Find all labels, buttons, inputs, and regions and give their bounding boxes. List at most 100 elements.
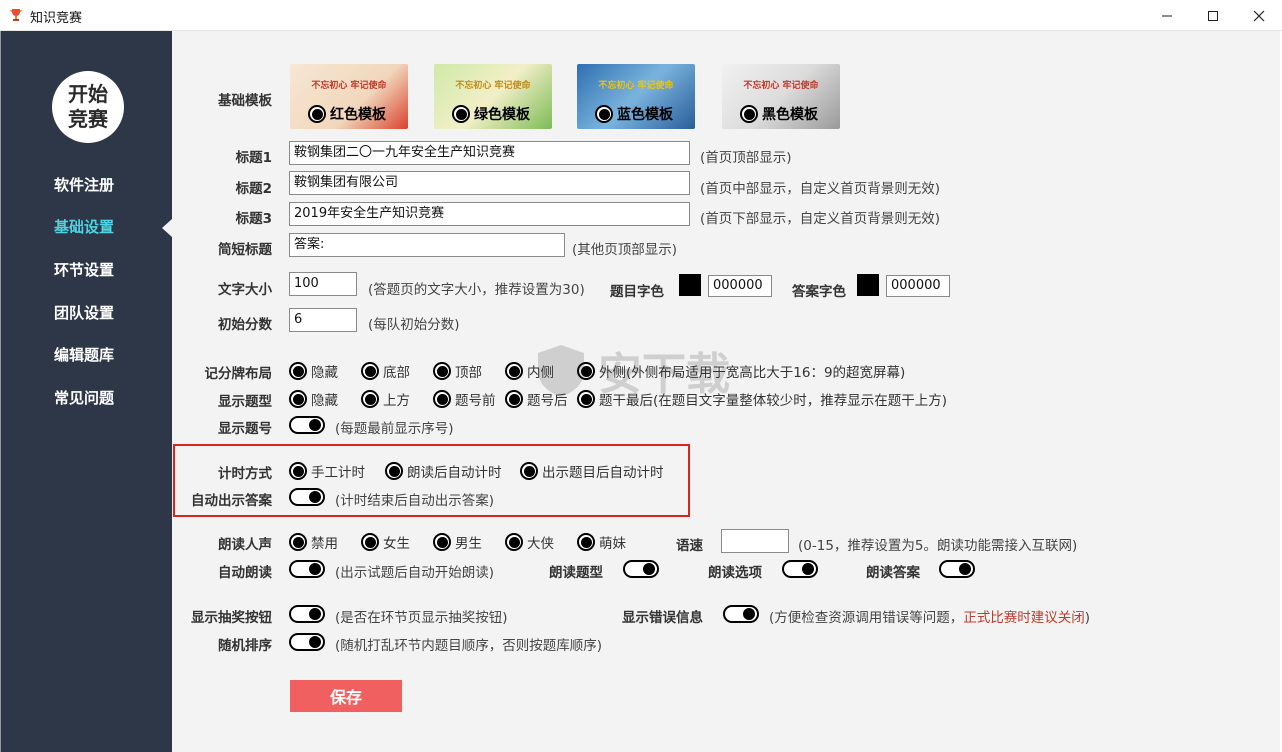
sidebar-item-team-settings[interactable]: 团队设置 — [1, 299, 173, 327]
voice-option-disabled[interactable]: 禁用 — [289, 532, 338, 552]
initial-score-label: 初始分数 — [218, 317, 272, 333]
question-color-swatch[interactable] — [679, 274, 701, 296]
minimize-icon — [1162, 15, 1172, 16]
qtype-option-above[interactable]: 上方 — [361, 389, 410, 409]
qtype-option-hide[interactable]: 隐藏 — [289, 389, 338, 409]
lottery-button-toggle[interactable] — [289, 605, 325, 623]
option-label: 禁用 — [311, 536, 338, 552]
template-red-label: 红色模板 — [330, 107, 386, 123]
option-label: 朗读后自动计时 — [407, 465, 502, 481]
option-label: 上方 — [383, 393, 410, 409]
auto-read-toggle[interactable] — [289, 560, 325, 578]
auto-answer-hint: (计时结束后自动出示答案) — [335, 493, 495, 509]
timing-option-after-read[interactable]: 朗读后自动计时 — [385, 461, 502, 481]
option-label: 男生 — [455, 536, 482, 552]
template-red[interactable]: 不忘初心 牢记使命 红色模板 — [290, 64, 408, 129]
radio-indicator — [308, 105, 326, 123]
template-green[interactable]: 不忘初心 牢记使命 绿色模板 — [434, 64, 552, 129]
radio-indicator — [505, 362, 523, 380]
template-banner: 不忘初心 牢记使命 — [743, 81, 819, 91]
radio-indicator — [433, 533, 451, 551]
title1-input[interactable]: 鞍钢集团二〇一九年安全生产知识竞赛 — [289, 141, 690, 165]
read-options-toggle[interactable] — [782, 560, 818, 578]
minimize-button[interactable] — [1144, 0, 1190, 31]
sidebar-item-section-settings[interactable]: 环节设置 — [1, 256, 173, 284]
option-label: 女生 — [383, 536, 410, 552]
shuffle-label: 随机排序 — [218, 638, 272, 654]
error-info-hint-text: (方便检查资源调用错误等问题， — [769, 610, 964, 626]
read-type-label: 朗读题型 — [549, 565, 603, 581]
short-title-hint: (其他页顶部显示) — [572, 242, 678, 258]
template-black-radio[interactable]: 黑色模板 — [740, 104, 818, 124]
auto-answer-toggle[interactable] — [289, 488, 325, 506]
qtype-option-before-number[interactable]: 题号前 — [433, 389, 496, 409]
option-label: 出示题目后自动计时 — [542, 465, 664, 481]
font-size-input[interactable]: 100 — [289, 272, 357, 296]
timing-option-after-show[interactable]: 出示题目后自动计时 — [520, 461, 664, 481]
answer-color-swatch[interactable] — [857, 274, 879, 296]
short-title-input[interactable]: 答案: — [289, 233, 565, 257]
question-number-toggle[interactable] — [289, 416, 325, 434]
shuffle-toggle[interactable] — [289, 633, 325, 651]
initial-score-input[interactable]: 6 — [289, 308, 357, 332]
voice-option-female[interactable]: 女生 — [361, 532, 410, 552]
scoreboard-option-top[interactable]: 顶部 — [433, 361, 482, 381]
radio-indicator — [289, 362, 307, 380]
template-banner: 不忘初心 牢记使命 — [311, 81, 387, 91]
question-color-input[interactable]: 000000 — [708, 275, 772, 297]
close-icon — [1253, 10, 1265, 21]
title1-label: 标题1 — [235, 150, 272, 166]
title2-input[interactable]: 鞍钢集团有限公司 — [289, 171, 690, 195]
answer-color-input[interactable]: 000000 — [886, 275, 950, 297]
title3-input[interactable]: 2019年安全生产知识竞赛 — [289, 202, 690, 226]
sidebar-item-faq[interactable]: 常见问题 — [1, 384, 173, 412]
auto-read-hint: (出示试题后自动开始朗读) — [335, 565, 495, 581]
title2-hint: (首页中部显示，自定义首页背景则无效) — [700, 181, 941, 197]
read-type-toggle[interactable] — [623, 560, 659, 578]
error-info-warning: 正式比赛时建议关闭 — [963, 610, 1085, 626]
speed-input[interactable] — [721, 529, 789, 553]
voice-option-hero[interactable]: 大侠 — [505, 532, 554, 552]
template-label: 基础模板 — [218, 93, 272, 109]
radio-indicator — [577, 533, 595, 551]
scoreboard-layout-label: 记分牌布局 — [204, 366, 273, 382]
read-answer-toggle[interactable] — [939, 560, 975, 578]
template-red-radio[interactable]: 红色模板 — [308, 104, 386, 124]
watermark-text: 安下载 — [598, 349, 730, 400]
template-blue-radio[interactable]: 蓝色模板 — [595, 104, 673, 124]
voice-option-cute[interactable]: 萌妹 — [577, 532, 626, 552]
option-label: 大侠 — [527, 536, 554, 552]
maximize-button[interactable] — [1190, 0, 1236, 31]
scoreboard-option-bottom[interactable]: 底部 — [361, 361, 410, 381]
template-black[interactable]: 不忘初心 牢记使命 黑色模板 — [722, 64, 840, 129]
question-color-label: 题目字色 — [610, 284, 664, 300]
close-button[interactable] — [1236, 0, 1282, 31]
radio-indicator — [595, 105, 613, 123]
speed-label: 语速 — [676, 538, 703, 554]
font-size-hint: (答题页的文字大小，推荐设置为30) — [368, 282, 585, 298]
save-button[interactable]: 保存 — [290, 680, 402, 712]
sidebar-item-edit-questions[interactable]: 编辑题库 — [1, 341, 173, 369]
radio-indicator — [452, 105, 470, 123]
option-label: 题号前 — [455, 393, 496, 409]
timing-option-manual[interactable]: 手工计时 — [289, 461, 365, 481]
start-competition-button[interactable]: 开始竞赛 — [52, 71, 124, 143]
option-label: 底部 — [383, 365, 410, 381]
template-blue[interactable]: 不忘初心 牢记使命 蓝色模板 — [577, 64, 695, 129]
option-label: 隐藏 — [311, 365, 338, 381]
sidebar-item-basic-settings[interactable]: 基础设置 — [1, 213, 173, 241]
error-info-toggle[interactable] — [723, 605, 759, 623]
template-green-radio[interactable]: 绿色模板 — [452, 104, 530, 124]
radio-indicator — [505, 390, 523, 408]
scoreboard-option-hide[interactable]: 隐藏 — [289, 361, 338, 381]
radio-indicator — [289, 533, 307, 551]
radio-indicator — [505, 533, 523, 551]
auto-read-label: 自动朗读 — [218, 565, 272, 581]
radio-indicator — [740, 105, 758, 123]
voice-option-male[interactable]: 男生 — [433, 532, 482, 552]
template-banner: 不忘初心 牢记使命 — [598, 81, 674, 91]
sidebar: 开始竞赛 软件注册 基础设置 环节设置 团队设置 编辑题库 常见问题 — [0, 31, 172, 752]
sidebar-item-register[interactable]: 软件注册 — [1, 171, 173, 199]
lottery-button-label: 显示抽奖按钮 — [191, 610, 272, 626]
radio-indicator — [289, 390, 307, 408]
